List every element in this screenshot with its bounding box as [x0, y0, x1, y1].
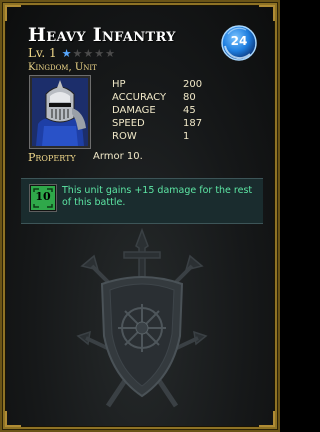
frame-corner — [259, 411, 275, 427]
stat-value: 1 — [183, 131, 190, 142]
star-empty-icon: ★ — [83, 46, 94, 60]
stat-label: HP — [112, 79, 126, 90]
stat-row-accuracy: ACCURACY 80 — [112, 91, 202, 104]
cost-value: 24 — [230, 34, 248, 48]
ability-value: 10 — [35, 190, 51, 203]
stat-label: ROW — [112, 131, 137, 142]
card-subtitle: Kingdom, Unit — [28, 62, 97, 73]
unit-card: Heavy Infantry 24 Lv. 1 ★ ★ ★ ★ ★ Kingdo… — [0, 0, 280, 432]
frame-corner — [5, 5, 21, 21]
stat-row-row: ROW 1 — [112, 130, 202, 143]
ability-icon: 10 — [30, 185, 56, 211]
property-value: Armor 10. — [93, 151, 143, 162]
stat-value: 200 — [183, 79, 203, 90]
stats-table: HP 200 ACCURACY 80 DAMAGE 45 SPEED 187 R… — [112, 78, 202, 143]
cost-orb: 24 — [220, 24, 258, 62]
star-empty-icon: ★ — [94, 46, 105, 60]
frame-corner — [259, 5, 275, 21]
stat-row-damage: DAMAGE 45 — [112, 104, 202, 117]
stat-value: 187 — [183, 118, 203, 129]
card-title: Heavy Infantry — [28, 24, 176, 46]
property-label: Property — [28, 151, 76, 164]
frame-corner — [5, 411, 21, 427]
level-stars: ★ ★ ★ ★ ★ — [62, 48, 115, 59]
stat-value: 45 — [183, 105, 196, 116]
stat-label: ACCURACY — [112, 92, 167, 103]
star-empty-icon: ★ — [72, 46, 83, 60]
unit-portrait — [29, 75, 91, 149]
star-empty-icon: ★ — [105, 46, 115, 60]
level-row: Lv. 1 ★ ★ ★ ★ ★ — [28, 46, 115, 60]
stat-value: 80 — [183, 92, 196, 103]
level-label: Lv. 1 — [28, 46, 57, 60]
stat-row-hp: HP 200 — [112, 78, 202, 91]
ability-box: 10 This unit gains +15 damage for the re… — [21, 178, 263, 224]
knight-portrait-icon — [32, 78, 88, 146]
star-filled-icon: ★ — [61, 46, 72, 60]
kingdom-shield-emblem-icon — [76, 227, 208, 408]
ability-description: This unit gains +15 damage for the rest … — [62, 185, 253, 208]
stat-label: DAMAGE — [112, 105, 156, 116]
stat-label: SPEED — [112, 118, 145, 129]
stat-row-speed: SPEED 187 — [112, 117, 202, 130]
